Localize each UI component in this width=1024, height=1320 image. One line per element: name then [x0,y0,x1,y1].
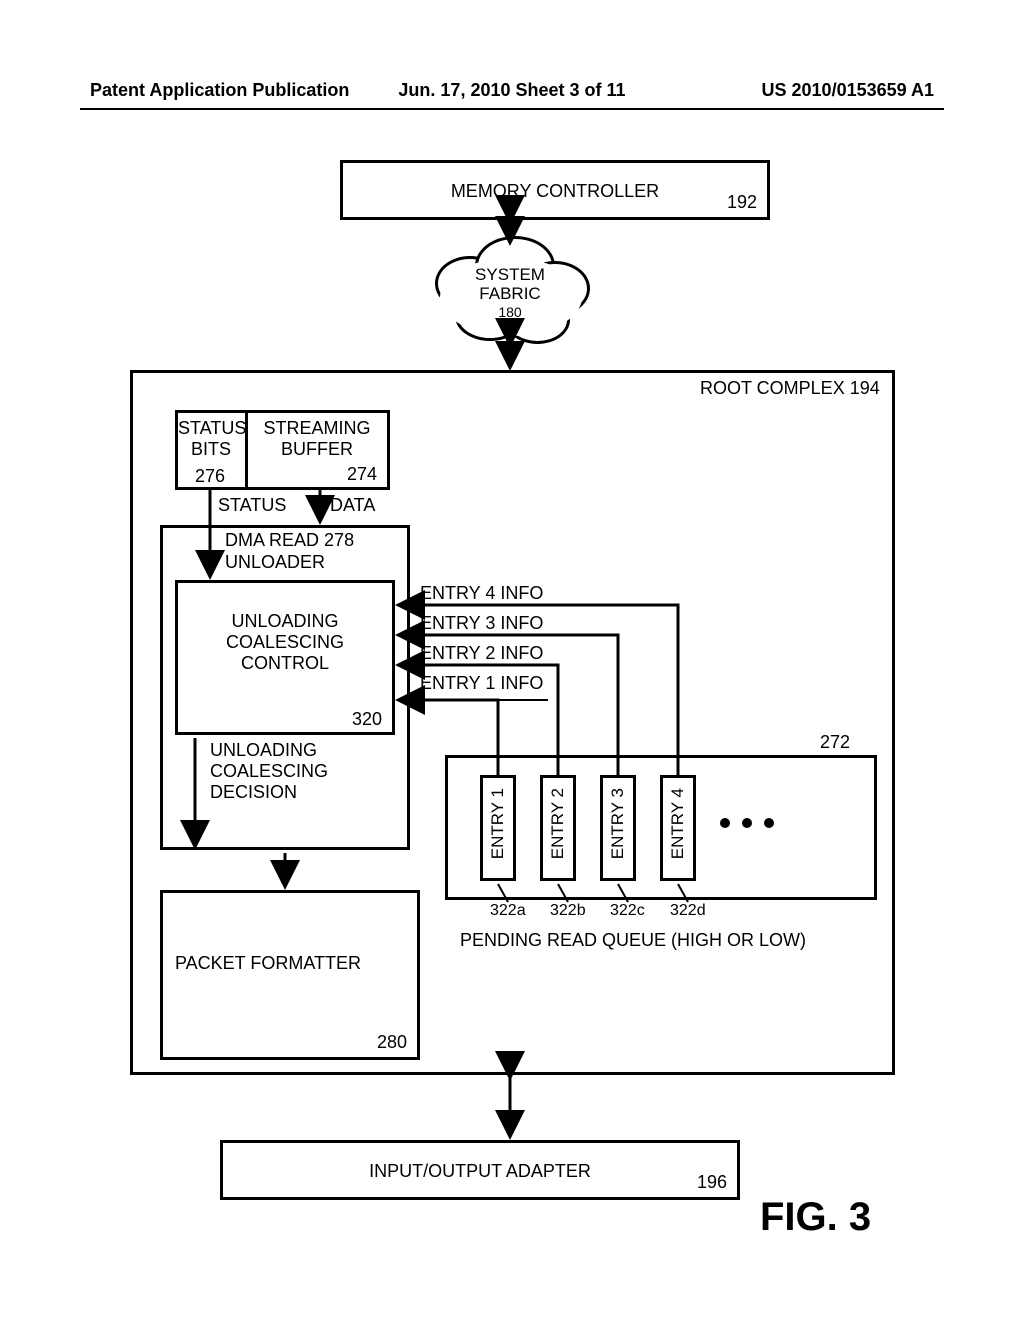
pending-queue-top [445,755,877,758]
root-complex-label: ROOT COMPLEX 194 [700,378,880,399]
packet-formatter-box: PACKET FORMATTER 280 [160,890,420,1060]
io-adapter-ref: 196 [697,1172,727,1193]
status-bits-label: STATUS BITS [178,418,244,460]
header-right: US 2010/0153659 A1 [653,80,934,101]
pending-queue-label: PENDING READ QUEUE (HIGH OR LOW) [460,930,806,951]
status-signal-label: STATUS [218,495,286,516]
packet-formatter-label: PACKET FORMATTER [175,953,361,974]
pending-queue-bottom [445,897,877,900]
header-rule [80,108,944,110]
entry2-box: ENTRY 2 [540,775,576,881]
entry2-ref: 322b [550,902,586,920]
system-fabric-label: SYSTEM FABRIC 180 [425,266,595,322]
unloading-control-box: UNLOADING COALESCING CONTROL 320 [175,580,395,735]
entry1-ref: 322a [490,902,526,920]
entry3-box: ENTRY 3 [600,775,636,881]
data-signal-label: DATA [330,495,375,516]
entry1-info-label: ENTRY 1 INFO [420,673,543,694]
memory-controller-ref: 192 [727,192,757,213]
packet-formatter-ref: 280 [377,1032,407,1053]
streaming-buffer-ref: 274 [347,464,377,485]
io-adapter-label: INPUT/OUTPUT ADAPTER [223,1161,737,1182]
unloading-decision-label: UNLOADING COALESCING DECISION [210,740,328,803]
status-bits-ref: 276 [180,466,240,487]
unloading-control-ref: 320 [352,709,382,730]
page-header: Patent Application Publication Jun. 17, … [0,80,1024,101]
entry3-info-label: ENTRY 3 INFO [420,613,543,634]
io-adapter-box: INPUT/OUTPUT ADAPTER 196 [220,1140,740,1200]
header-center: Jun. 17, 2010 Sheet 3 of 11 [371,80,652,101]
unloading-control-label: UNLOADING COALESCING CONTROL [178,611,392,674]
entry4-ref: 322d [670,902,706,920]
entry3-ref: 322c [610,902,645,920]
figure-label: FIG. 3 [760,1195,871,1240]
ellipsis-icon [720,818,774,828]
unloader-label: UNLOADER [225,552,325,573]
memory-controller-label: MEMORY CONTROLLER [343,181,767,202]
header-left: Patent Application Publication [90,80,371,101]
entry4-box: ENTRY 4 [660,775,696,881]
streaming-buffer-label: STREAMING BUFFER [252,418,382,460]
dma-read-label: DMA READ 278 [225,530,354,551]
entry2-info-label: ENTRY 2 INFO [420,643,543,664]
entry4-info-label: ENTRY 4 INFO [420,583,543,604]
system-fabric-cloud: SYSTEM FABRIC 180 [425,236,595,346]
pending-queue-ref: 272 [820,732,850,753]
memory-controller-box: MEMORY CONTROLLER 192 [340,160,770,220]
entry1-box: ENTRY 1 [480,775,516,881]
pending-queue-left [445,755,448,900]
